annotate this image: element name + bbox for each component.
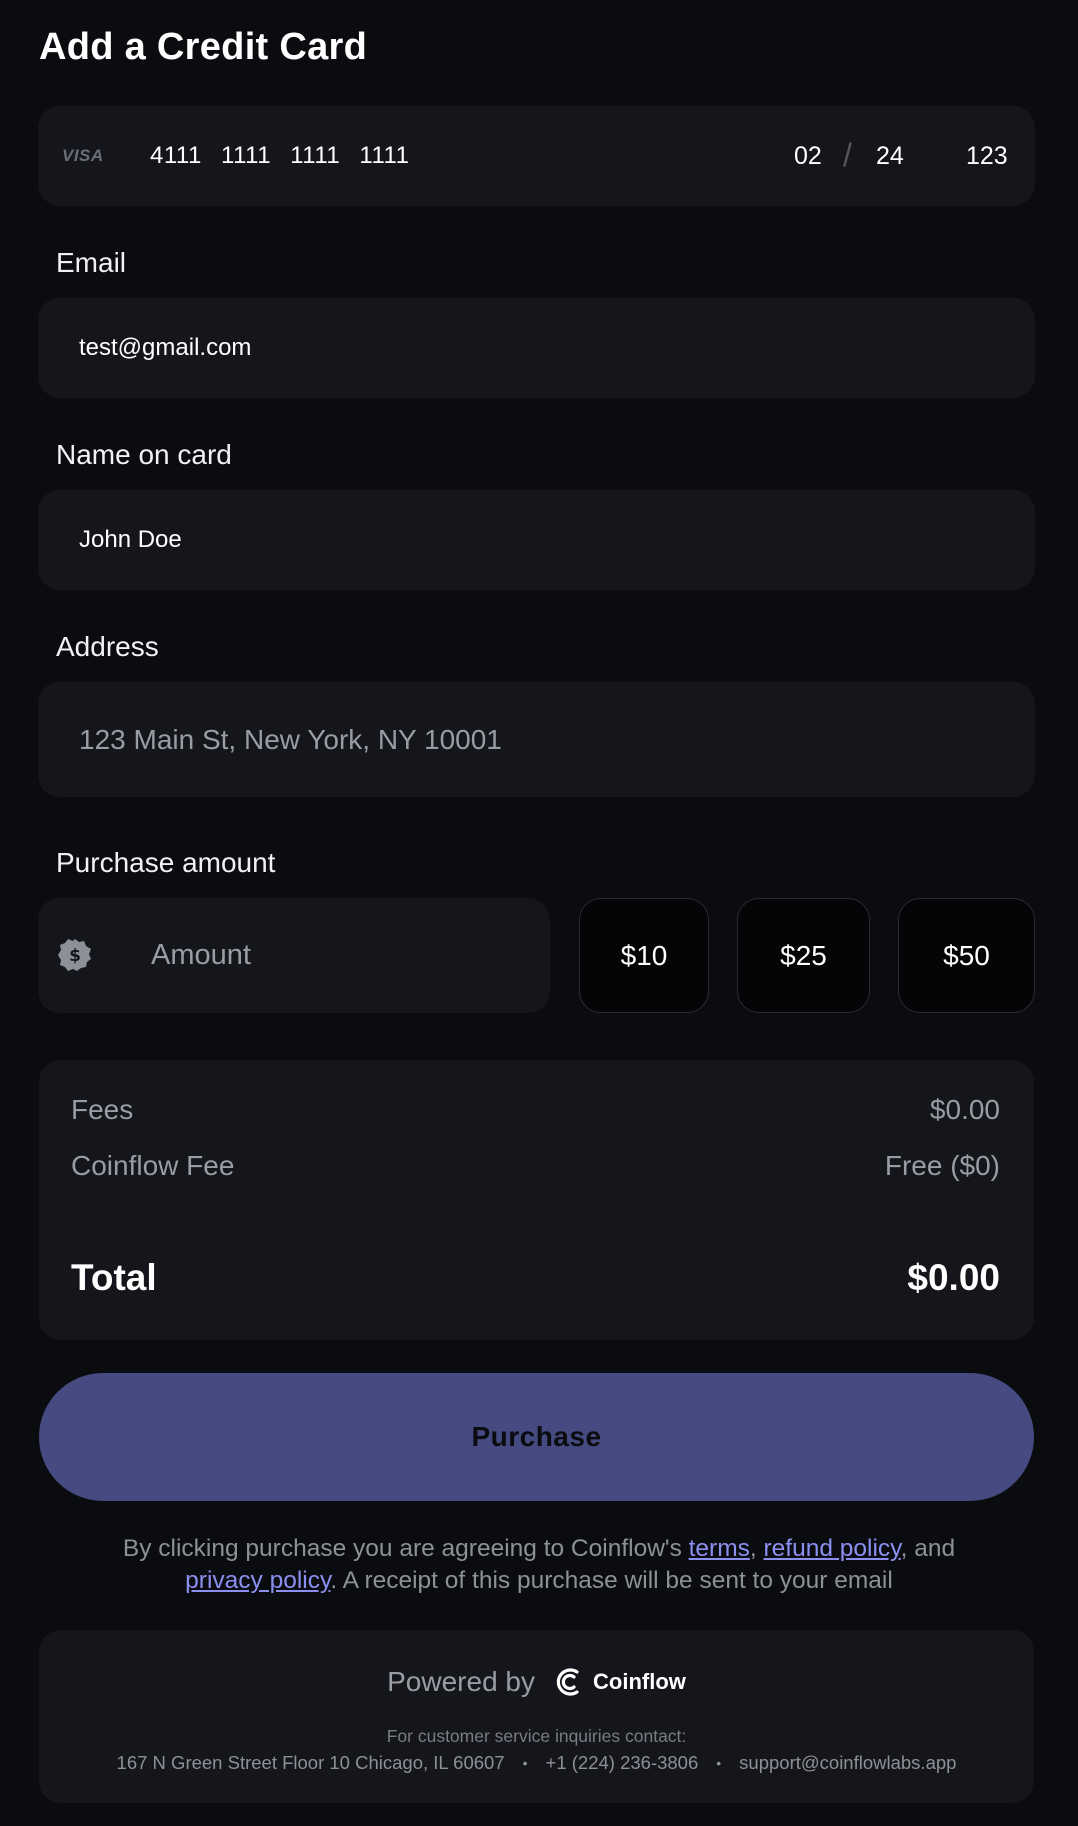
contact-line: 167 N Green Street Floor 10 Chicago, IL … xyxy=(39,1752,1034,1774)
fees-row: Fees $0.00 xyxy=(71,1094,1000,1126)
refund-policy-link[interactable]: refund policy xyxy=(764,1535,901,1562)
powered-by: Powered by Coinflow xyxy=(39,1658,1034,1706)
legal-suffix: . A receipt of this purchase will be sen… xyxy=(330,1567,893,1594)
quick-amount-10-button[interactable]: $10 xyxy=(579,898,709,1013)
purchase-button[interactable]: Purchase xyxy=(39,1373,1034,1501)
visa-logo-icon: VISA xyxy=(62,146,104,165)
fees-value: $0.00 xyxy=(929,1094,1000,1125)
coinflow-fee-row: Coinflow Fee Free ($0) xyxy=(71,1150,1000,1182)
email-label: Email xyxy=(56,247,127,278)
powered-by-label: Powered by xyxy=(387,1666,535,1697)
card-number-input[interactable]: 4111 1111 1111 1111 xyxy=(150,106,409,206)
svg-text:$: $ xyxy=(69,946,81,966)
purchase-amount-label: Purchase amount xyxy=(56,847,276,878)
cvc-input[interactable]: 123 xyxy=(966,106,1008,206)
coinflow-fee-label: Coinflow Fee xyxy=(71,1150,235,1181)
name-on-card-field[interactable]: John Doe xyxy=(38,490,1035,590)
amount-placeholder[interactable]: Amount xyxy=(151,898,251,1013)
separator-dot: • xyxy=(522,1755,528,1771)
name-on-card-value[interactable]: John Doe xyxy=(79,490,182,590)
footer-panel: Powered by Coinflow For customer service… xyxy=(39,1630,1034,1803)
legal-sep-1: , xyxy=(749,1535,764,1562)
contact-phone[interactable]: +1 (224) 236-3806 xyxy=(546,1752,699,1774)
contact-email[interactable]: support@coinflowlabs.app xyxy=(739,1752,956,1774)
address-field[interactable]: 123 Main St, New York, NY 10001 xyxy=(38,682,1035,797)
quick-amount-25-button[interactable]: $25 xyxy=(737,898,870,1013)
amount-input-field[interactable]: $ Amount xyxy=(38,898,550,1013)
contact-heading: For customer service inquiries contact: xyxy=(386,1726,687,1746)
coinflow-logo: Coinflow xyxy=(553,1666,686,1698)
privacy-policy-link[interactable]: privacy policy xyxy=(185,1567,330,1594)
expiry-year-input[interactable]: 24 xyxy=(876,106,904,206)
email-field[interactable]: test@gmail.com xyxy=(38,298,1035,398)
coinflow-logo-icon xyxy=(556,1668,579,1696)
total-value: $0.00 xyxy=(907,1257,1000,1298)
expiry-month-input[interactable]: 02 xyxy=(794,106,822,206)
expiry-separator: / xyxy=(843,137,852,173)
checkout-page: Add a Credit Card VISA 4111 1111 1111 11… xyxy=(0,0,1078,1826)
address-label: Address xyxy=(56,631,159,662)
dollar-badge-icon: $ xyxy=(58,939,91,971)
legal-prefix: By clicking purchase you are agreeing to… xyxy=(122,1535,689,1562)
coinflow-logo-text: Coinflow xyxy=(593,1669,686,1694)
name-on-card-label: Name on card xyxy=(56,439,232,470)
contact-address: 167 N Green Street Floor 10 Chicago, IL … xyxy=(116,1752,505,1773)
separator-dot: • xyxy=(716,1755,722,1771)
quick-amount-50-button[interactable]: $50 xyxy=(898,898,1035,1013)
fees-label: Fees xyxy=(71,1094,134,1125)
address-placeholder[interactable]: 123 Main St, New York, NY 10001 xyxy=(79,682,502,797)
total-row: Total $0.00 xyxy=(71,1257,1000,1299)
terms-link[interactable]: terms xyxy=(689,1535,750,1562)
email-value[interactable]: test@gmail.com xyxy=(79,298,251,398)
coinflow-fee-value: Free ($0) xyxy=(884,1150,1000,1181)
page-title: Add a Credit Card xyxy=(39,26,368,68)
legal-notice: By clicking purchase you are agreeing to… xyxy=(50,1533,1028,1597)
total-label: Total xyxy=(71,1257,157,1298)
card-details-field[interactable]: VISA 4111 1111 1111 1111 02 / 24 123 xyxy=(38,106,1035,206)
legal-sep-2: , and xyxy=(900,1535,956,1562)
